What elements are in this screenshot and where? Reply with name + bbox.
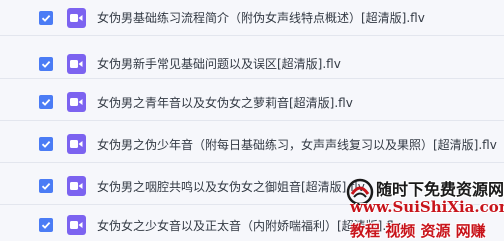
watermark: 随时下免费资源网 www.SuiShiXia.com 教程 视频 资源 网赚 [346, 176, 504, 241]
watermark-tagline: 教程 视频 资源 网赚 [350, 222, 486, 240]
file-row[interactable]: 女伪男基础练习流程简介（附伪女声线特点概述）[超清版].flv [0, 0, 504, 36]
checkbox-checked-icon[interactable] [39, 95, 53, 109]
checkbox-checked-icon[interactable] [39, 11, 53, 25]
file-name[interactable]: 女伪男基础练习流程简介（附伪女声线特点概述）[超清版].flv [97, 9, 425, 27]
file-name[interactable]: 女伪男之青年音以及女伪女之萝莉音[超清版].flv [97, 94, 353, 112]
video-file-icon [67, 92, 86, 112]
watermark-url: www.SuiShiXia.com [350, 198, 504, 216]
checkbox-checked-icon[interactable] [39, 218, 53, 232]
file-row[interactable]: 女伪男之青年音以及女伪女之萝莉音[超清版].flv [0, 79, 504, 121]
watermark-title: 随时下免费资源网 [376, 180, 504, 199]
file-name[interactable]: 女伪男新手常见基础问题以及误区[超清版].flv [97, 55, 341, 73]
video-file-icon [67, 215, 86, 235]
file-name[interactable]: 女伪男之伪少年音（附每日基础练习，女声声线复习以及果照）[超清版].flv [97, 136, 497, 154]
checkbox-checked-icon[interactable] [39, 179, 53, 193]
checkbox-checked-icon[interactable] [39, 137, 53, 151]
video-file-icon [67, 8, 86, 28]
file-name[interactable]: 女伪男之咽腔共鸣以及女伪女之御姐音[超清版].flv [97, 178, 365, 196]
checkbox-checked-icon[interactable] [39, 57, 53, 71]
file-row[interactable]: 女伪男之伪少年音（附每日基础练习，女声声线复习以及果照）[超清版].flv [0, 121, 504, 163]
video-file-icon [67, 54, 86, 74]
video-file-icon [67, 176, 86, 196]
video-file-icon [67, 134, 86, 154]
file-row[interactable]: 女伪男新手常见基础问题以及误区[超清版].flv [0, 36, 504, 79]
